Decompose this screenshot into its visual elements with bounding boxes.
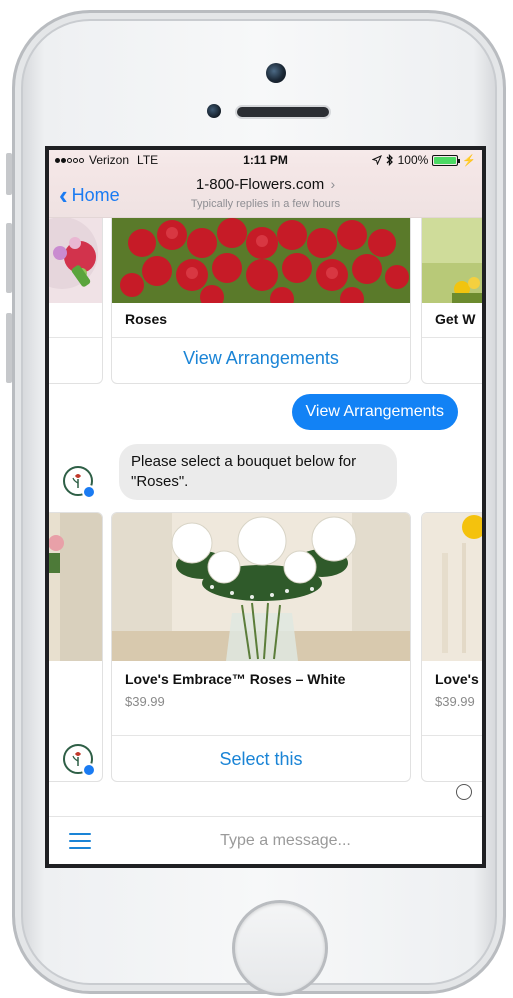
product-price: $39.99 — [435, 694, 475, 709]
product-image — [422, 513, 482, 661]
view-arrangements-button[interactable]: View Arrangements — [112, 348, 410, 369]
charging-icon: ⚡ — [462, 154, 476, 167]
carousel-card-next[interactable]: Get W — [421, 218, 482, 384]
conversation-title[interactable]: 1-800-Flowers.com › — [49, 176, 482, 193]
location-arrow-icon — [371, 155, 382, 165]
conversation-header: ‹ Home 1-800-Flowers.com › Typically rep… — [49, 170, 482, 218]
earpiece-speaker — [235, 105, 331, 119]
message-thread[interactable]: Roses View Arrangements Get W View Arran… — [49, 218, 482, 816]
outgoing-message: View Arrangements — [291, 394, 458, 430]
chevron-right-icon: › — [330, 176, 336, 192]
volume-down-button — [6, 313, 12, 383]
carrier-name: Verizon — [89, 153, 130, 167]
white-roses-image — [112, 513, 410, 661]
battery-percent: 100% — [397, 153, 429, 167]
volume-up-button — [6, 223, 12, 293]
phone-screen: Verizon LTE 1:11 PM 100% ⚡ ‹ Home 1-800-… — [45, 146, 486, 868]
card-title: Roses — [125, 311, 168, 327]
page-title: 1-800-Flowers.com — [195, 176, 325, 193]
hamburger-menu-icon[interactable] — [69, 833, 91, 849]
product-image — [49, 218, 102, 303]
battery-icon — [432, 154, 461, 166]
product-image — [49, 513, 102, 661]
mute-switch — [6, 153, 12, 195]
home-button[interactable] — [232, 900, 328, 996]
message-input[interactable] — [109, 827, 462, 855]
product-title: Love's Embrace™ Roses – White — [125, 671, 346, 687]
messenger-badge-icon — [82, 485, 96, 499]
reply-time-subtitle: Typically replies in a few hours — [190, 198, 341, 210]
carousel-card-prev[interactable] — [49, 512, 103, 782]
signal-strength-icon — [55, 157, 84, 163]
card-title: Get W — [435, 311, 476, 327]
message-composer — [49, 816, 482, 864]
bot-avatar[interactable] — [63, 466, 96, 499]
carousel-card-roses[interactable]: Roses View Arrangements — [111, 218, 411, 384]
bluetooth-icon — [386, 154, 393, 166]
select-this-button[interactable]: Select this — [112, 749, 410, 770]
carousel-card-next[interactable]: Love's $39.99 — [421, 512, 482, 782]
read-receipt-icon — [456, 784, 472, 800]
product-price: $39.99 — [125, 694, 165, 709]
camera-lens — [266, 63, 286, 83]
front-camera — [207, 104, 221, 118]
network-type: LTE — [137, 153, 159, 167]
carousel-card-prev[interactable] — [49, 218, 103, 384]
product-image — [422, 218, 482, 303]
roses-image — [112, 218, 410, 303]
incoming-message: Please select a bouquet below for "Roses… — [119, 444, 397, 500]
product-title: Love's — [435, 671, 479, 687]
status-bar: Verizon LTE 1:11 PM 100% ⚡ — [49, 150, 482, 170]
bot-avatar[interactable] — [63, 744, 96, 777]
carousel-card-loves-embrace[interactable]: Love's Embrace™ Roses – White $39.99 Sel… — [111, 512, 411, 782]
messenger-badge-icon — [82, 763, 96, 777]
